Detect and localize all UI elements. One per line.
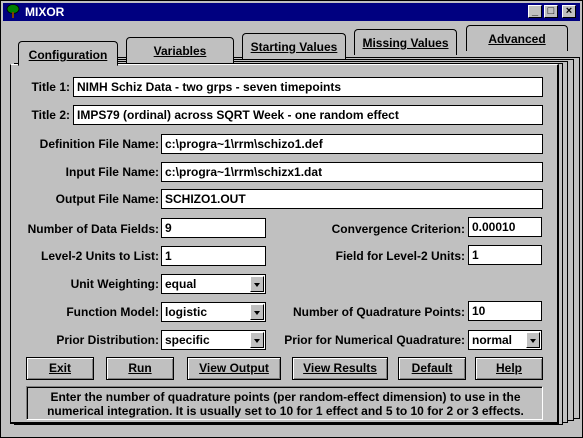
title-bar[interactable]: MIXOR _ □ × — [3, 3, 580, 21]
unit-weighting-label: Unit Weighting: — [70, 277, 159, 291]
run-button[interactable]: Run — [106, 357, 174, 380]
output-file-label: Output File Name: — [55, 192, 159, 206]
function-model-label: Function Model: — [66, 305, 159, 319]
quad-points-label: Number of Quadrature Points: — [292, 305, 465, 319]
prior-dist-value: specific — [165, 333, 210, 347]
prior-dist-select[interactable]: specific — [161, 330, 266, 350]
maximize-button[interactable]: □ — [544, 5, 558, 18]
window-title: MIXOR — [25, 5, 65, 19]
prior-quad-value: normal — [472, 333, 513, 347]
level2-field-label: Field for Level-2 Units: — [335, 249, 465, 263]
function-model-value: logistic — [165, 305, 208, 319]
num-fields-label: Number of Data Fields: — [27, 222, 159, 236]
title2-input[interactable]: IMPS79 (ordinal) across SQRT Week - one … — [73, 105, 543, 125]
level2-field-input[interactable]: 1 — [468, 245, 542, 265]
convergence-label: Convergence Criterion: — [331, 222, 465, 236]
level2-list-input[interactable]: 1 — [161, 246, 266, 266]
help-button[interactable]: Help — [475, 357, 543, 380]
chevron-down-icon[interactable] — [526, 332, 540, 348]
def-file-input[interactable]: c:\progra~1\rrm\schizo1.def — [161, 134, 543, 154]
function-model-select[interactable]: logistic — [161, 302, 266, 322]
unit-weighting-value: equal — [165, 277, 197, 291]
quad-points-input[interactable]: 10 — [468, 301, 542, 321]
tab-advanced[interactable]: Advanced — [466, 25, 568, 51]
input-file-label: Input File Name: — [65, 165, 159, 179]
prior-quad-select[interactable]: normal — [468, 330, 542, 350]
exit-button[interactable]: Exit — [26, 357, 94, 380]
title2-label: Title 2: — [31, 108, 70, 122]
output-file-input[interactable]: SCHIZO1.OUT — [161, 189, 543, 209]
level2-list-label: Level-2 Units to List: — [40, 249, 159, 263]
chevron-down-icon[interactable] — [250, 332, 264, 348]
convergence-input[interactable]: 0.00010 — [468, 217, 542, 237]
prior-dist-label: Prior Distribution: — [56, 333, 159, 347]
close-button[interactable]: × — [562, 5, 576, 18]
tree-icon — [6, 4, 20, 18]
view-results-button[interactable]: View Results — [292, 357, 388, 380]
tab-configuration[interactable]: Configuration — [18, 41, 118, 66]
title1-label: Title 1: — [31, 80, 70, 94]
view-output-button[interactable]: View Output — [187, 357, 281, 380]
chevron-down-icon[interactable] — [250, 276, 264, 292]
tab-variables[interactable]: Variables — [126, 37, 234, 63]
mixor-window: MIXOR _ □ × Advanced Missing Values Star… — [0, 0, 583, 438]
minimize-button[interactable]: _ — [528, 5, 542, 18]
title1-input[interactable]: NIMH Schiz Data - two grps - seven timep… — [73, 77, 543, 97]
tab-missing-values[interactable]: Missing Values — [354, 29, 457, 55]
tab-starting-values[interactable]: Starting Values — [242, 33, 346, 59]
def-file-label: Definition File Name: — [39, 137, 159, 151]
default-button[interactable]: Default — [398, 357, 466, 380]
unit-weighting-select[interactable]: equal — [161, 274, 266, 294]
chevron-down-icon[interactable] — [250, 304, 264, 320]
prior-quad-label: Prior for Numerical Quadrature: — [284, 333, 465, 347]
help-text: Enter the number of quadrature points (p… — [47, 390, 524, 418]
status-help-box: Enter the number of quadrature points (p… — [26, 386, 543, 420]
num-fields-input[interactable]: 9 — [161, 218, 266, 238]
input-file-input[interactable]: c:\progra~1\rrm\schizx1.dat — [161, 162, 543, 182]
